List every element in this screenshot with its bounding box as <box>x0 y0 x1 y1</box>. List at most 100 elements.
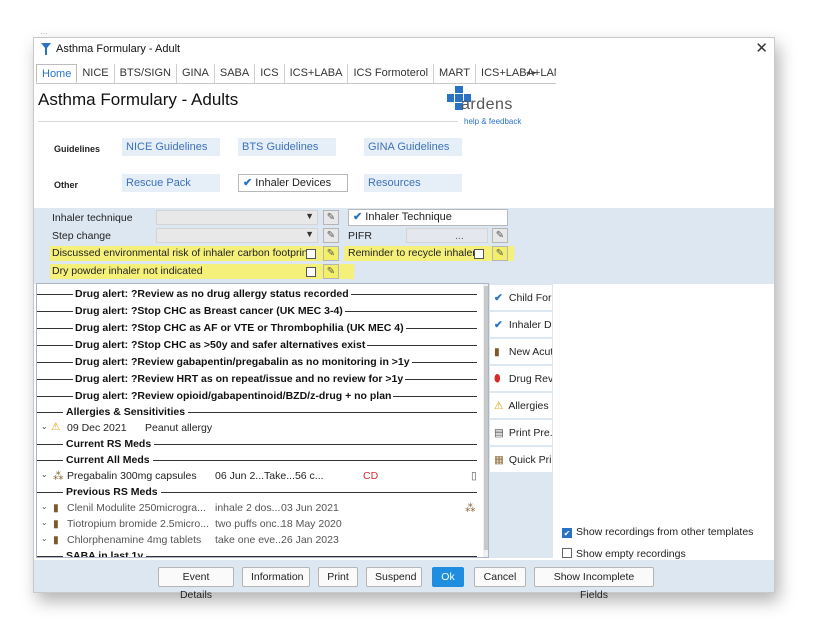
show-other-templates-checkbox[interactable]: ✔ <box>562 528 572 538</box>
tab-mart[interactable]: MART <box>434 64 477 83</box>
bottle-icon: ▮ <box>53 502 59 514</box>
chevron-down-icon[interactable]: ⌄ <box>41 502 48 511</box>
event-details-button[interactable]: Event Details <box>158 567 234 601</box>
dry-powder-edit-pencil-icon[interactable]: ✎ <box>323 264 339 279</box>
chevron-down-icon[interactable]: ⌄ <box>41 518 48 527</box>
suspend-button[interactable]: Suspend <box>366 567 422 587</box>
section-header-allergies: Allergies & Sensitivities <box>37 404 480 421</box>
pill-icon: ⬮ <box>494 373 501 385</box>
tab-ics-laba[interactable]: ICS+LABA <box>285 64 349 83</box>
reminder-recycle-edit-pencil-icon[interactable]: ✎ <box>492 246 508 261</box>
inhaler-technique-button[interactable]: ✔ Inhaler Technique <box>348 209 508 226</box>
bottle-icon: ▮ <box>494 346 500 358</box>
list-item[interactable]: Drug alert: ?Stop CHC as AF or VTE or Th… <box>37 320 480 337</box>
current-med-row[interactable]: ⌄ ⁂ Pregabalin 300mg capsules 06 Jun 2..… <box>37 468 480 485</box>
step-change-edit-pencil-icon[interactable]: ✎ <box>323 228 339 243</box>
list-item[interactable]: Drug alert: ?Review as no drug allergy s… <box>37 286 480 303</box>
inhaler-technique-select[interactable]: ▼ <box>156 210 318 225</box>
list-item[interactable]: Drug alert: ?Review gabapentin/pregabali… <box>37 354 480 371</box>
form-panel: Inhaler technique ▼ ✎ ✔ Inhaler Techniqu… <box>34 208 774 284</box>
tab-saba[interactable]: SABA <box>215 64 256 83</box>
check-icon: ✔ <box>494 292 503 304</box>
inhaler-technique-edit-pencil-icon[interactable]: ✎ <box>323 210 339 225</box>
side-action-allergies[interactable]: ⚠ Allergies <box>490 393 552 419</box>
previous-med-row[interactable]: ⌄ ▮ Tiotropium bromide 2.5micro... two p… <box>37 516 480 533</box>
show-other-templates-option[interactable]: ✔ Show recordings from other templates <box>562 526 753 538</box>
help-feedback-link[interactable]: help & feedback <box>464 117 521 126</box>
side-action-quick-print[interactable]: ▦ Quick Pri... <box>490 447 552 473</box>
chevron-down-icon: ▼ <box>305 211 314 221</box>
side-action-new-acute[interactable]: ▮ New Acute... <box>490 339 552 365</box>
pifr-input[interactable] <box>406 228 488 243</box>
list-item[interactable]: Drug alert: ?Stop CHC as >50y and safer … <box>37 337 480 354</box>
capsule-icon: ⁂ <box>53 470 64 482</box>
title-bar: Asthma Formulary - Adult ✕ <box>34 38 774 62</box>
chevron-down-icon[interactable]: ⌄ <box>41 470 48 479</box>
ok-button[interactable]: Ok <box>432 567 464 587</box>
check-icon: ✔ <box>494 319 503 331</box>
step-change-label: Step change <box>52 230 111 242</box>
inhaler-devices-button[interactable]: ✔ Inhaler Devices <box>238 174 348 192</box>
tab-ics-formoterol[interactable]: ICS Formoterol <box>348 64 435 83</box>
pifr-label: PIFR <box>348 230 372 242</box>
tab-scroll-arrows[interactable]: ◂ ▸ <box>526 68 536 77</box>
tab-ics[interactable]: ICS <box>255 64 285 83</box>
tab-nice[interactable]: NICE <box>77 64 115 83</box>
resources-button[interactable]: Resources <box>364 174 462 192</box>
chevron-down-icon[interactable]: ⌄ <box>41 534 48 543</box>
print-button[interactable]: Print <box>318 567 358 587</box>
patient-summary-list: Drug alert: ?Review as no drug allergy s… <box>36 283 489 558</box>
tab-ics-laba-lama[interactable]: ICS+LABA+LAMA <box>476 64 556 83</box>
nice-guidelines-button[interactable]: NICE Guidelines <box>122 138 220 156</box>
list-item[interactable]: Drug alert: ?Review opioid/gabapentinoid… <box>37 388 480 405</box>
bottle-icon: ▮ <box>53 534 59 546</box>
chevron-down-icon[interactable]: ⌄ <box>41 422 48 431</box>
background-window-text: ... <box>40 26 48 36</box>
side-actions-panel: ✔ Child Form... ✔ Inhaler Dev... ▮ New A… <box>489 283 553 558</box>
logo-name: ardens <box>461 96 513 113</box>
side-action-child-form[interactable]: ✔ Child Form... <box>490 285 552 311</box>
cancel-button[interactable]: Cancel <box>474 567 526 587</box>
list-item[interactable]: Drug alert: ?Stop CHC as Breast cancer (… <box>37 303 480 320</box>
bottle-icon: ▮ <box>53 518 59 530</box>
step-change-select[interactable]: ▼ <box>156 228 318 243</box>
allergy-row[interactable]: ⌄ ⚠ 09 Dec 2021 Peanut allergy <box>37 420 480 437</box>
side-action-drug-review[interactable]: ⬮ Drug Revi... <box>490 366 552 392</box>
rescue-pack-button[interactable]: Rescue Pack <box>122 174 220 192</box>
bts-guidelines-button[interactable]: BTS Guidelines <box>238 138 336 156</box>
title-divider <box>38 121 458 122</box>
tab-bts-sign[interactable]: BTS/SIGN <box>115 64 177 83</box>
discussed-env-edit-pencil-icon[interactable]: ✎ <box>323 246 339 261</box>
gina-guidelines-button[interactable]: GINA Guidelines <box>364 138 462 156</box>
show-incomplete-fields-button[interactable]: Show Incomplete Fields <box>534 567 654 601</box>
check-icon: ✔ <box>243 177 253 189</box>
warning-icon: ⚠ <box>51 421 61 433</box>
list-item[interactable]: Drug alert: ?Review HRT as on repeat/iss… <box>37 371 480 388</box>
tab-home[interactable]: Home <box>36 64 78 83</box>
pifr-edit-pencil-icon[interactable]: ✎ <box>492 228 508 243</box>
side-action-inhaler-devices[interactable]: ✔ Inhaler Dev... <box>490 312 552 338</box>
asthma-formulary-window: Asthma Formulary - Adult ✕ Home NICE BTS/S… <box>33 37 775 601</box>
tab-gina[interactable]: GINA <box>177 64 215 83</box>
bottle-icon: ▯ <box>471 470 477 482</box>
ardens-logo[interactable]: ardens help & feedback <box>447 86 527 126</box>
show-empty-recordings-checkbox[interactable] <box>562 548 572 558</box>
pifr-more[interactable]: ... <box>455 230 464 242</box>
side-action-print-preview[interactable]: ▤ Print Pre... <box>490 420 552 446</box>
reminder-recycle-label: Reminder to recycle inhaler <box>348 247 476 259</box>
page-title: Asthma Formulary - Adults <box>38 90 239 109</box>
previous-med-row[interactable]: ⌄ ▮ Chlorphenamine 4mg tablets take one … <box>37 532 480 549</box>
window-title: Asthma Formulary - Adult <box>56 43 181 55</box>
information-button[interactable]: Information <box>242 567 310 587</box>
reminder-recycle-checkbox[interactable] <box>474 249 484 259</box>
warning-icon: ⚠ <box>494 400 504 412</box>
dry-powder-checkbox[interactable] <box>306 267 316 277</box>
inhaler-technique-button-label: Inhaler Technique <box>365 211 452 223</box>
show-empty-recordings-option[interactable]: Show empty recordings <box>562 548 686 560</box>
discussed-env-label: Discussed environmental risk of inhaler … <box>52 247 311 259</box>
previous-med-row[interactable]: ⌄ ▮ Clenil Modulite 250microgra... inhal… <box>37 500 480 517</box>
discussed-env-checkbox[interactable] <box>306 249 316 259</box>
close-icon[interactable]: ✕ <box>755 39 768 57</box>
section-header-previous-rs-meds: Previous RS Meds <box>37 484 480 501</box>
section-header-current-rs-meds: Current RS Meds <box>37 436 480 453</box>
